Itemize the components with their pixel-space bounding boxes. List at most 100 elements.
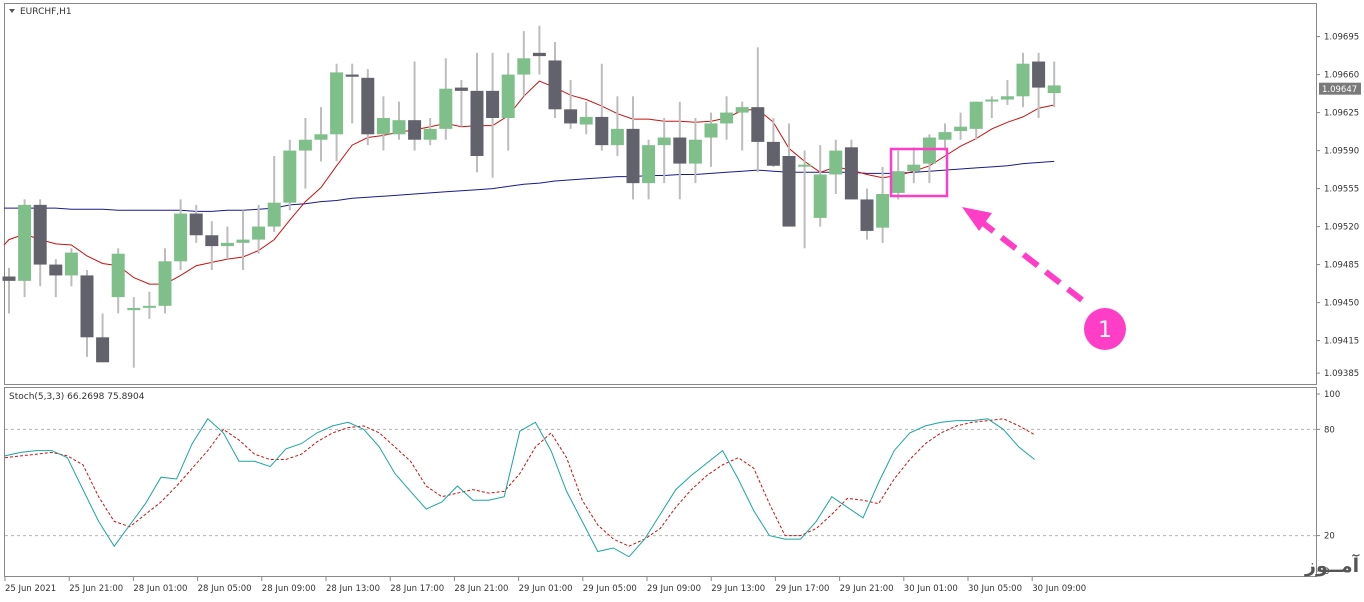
price-axis-label: 1.09695 [1324,33,1359,43]
price-axis-label: 1.09660 [1324,71,1359,81]
candle-bull [127,308,141,311]
candle-bull [111,253,125,298]
time-axis-label: 28 Jun 13:00 [326,584,380,594]
candle-bull [1016,63,1030,97]
time-axis-label: 29 Jun 13:00 [711,584,765,594]
time-axis-label: 30 Jun 09:00 [1032,584,1086,594]
candle-bear [49,264,63,276]
stoch-panel-frame [4,387,1317,577]
candle-bull [813,174,827,218]
candle-bear [189,213,203,236]
candle-bull [314,134,328,140]
time-axis-label: 30 Jun 05:00 [968,584,1022,594]
candle-bull [252,226,266,240]
candle-bull [283,150,297,203]
candle-bull [610,128,624,146]
candle-bull [330,72,344,135]
time-axis-label: 25 Jun 21:00 [69,584,123,594]
candle-bull [704,123,718,138]
candle-bull [720,112,734,124]
chart-window: 1.09695 1.09660 1.09625 1.09590 1.09555 1.095… [0,0,1364,598]
candle-bull [517,58,531,75]
candle-bull [158,261,172,306]
candle-bull [501,74,515,118]
chart-canvas[interactable]: 1.09695 1.09660 1.09625 1.09590 1.09555 1.095… [0,0,1364,598]
candle-bull [938,132,952,140]
candle-bull [142,305,156,308]
time-axis-label: 28 Jun 17:00 [390,584,444,594]
candle-bull [267,202,281,227]
candle-bear [1032,61,1046,88]
candle-bull [688,139,702,164]
candle-bull [174,213,188,262]
candle-bull [907,164,921,172]
candle-bear [96,337,110,363]
candle-bull [985,99,999,102]
candle-bull [64,252,78,276]
symbol-label: EURCHF,H1 [20,7,72,17]
time-axis-label: 29 Jun 01:00 [519,584,573,594]
time-axis-label: 28 Jun 09:00 [262,584,316,594]
time-axis-label: 28 Jun 21:00 [454,584,508,594]
candle-bull [969,101,983,129]
candle-bull [220,242,234,247]
candle-bull [657,137,671,146]
annotation-number: 1 [1098,318,1112,343]
candle-bear [486,90,500,118]
candle-bull [829,150,843,175]
candle-bear [470,90,484,156]
stoch-label: Stoch(5,3,3) 66.2698 75.8904 [9,392,145,402]
candle-bear [361,77,375,135]
time-axis-label: 29 Jun 05:00 [583,584,637,594]
candle-bear [454,87,468,91]
time-axis-label: 29 Jun 17:00 [775,584,829,594]
candle-bull [642,145,656,184]
stoch-axis-label: 80 [1324,425,1335,435]
candle-bear [782,156,796,227]
candle-bear [345,74,359,77]
candle-bull [891,171,905,193]
time-axis-label: 30 Jun 01:00 [904,584,958,594]
candle-bull [392,120,406,135]
price-axis-label: 1.09520 [1324,223,1359,233]
candle-bear [408,120,422,140]
candle-bull [18,204,32,281]
candle-bull [236,239,250,243]
candle-bull [876,194,890,228]
candle-bull [954,126,968,132]
price-axis-label: 1.09415 [1324,337,1359,347]
candle-bull [439,88,453,129]
candle-bear [2,276,16,281]
candle-bear [532,52,546,57]
candle-bear [673,137,687,164]
price-axis-label: 1.09385 [1324,369,1359,379]
candle-bull [922,137,936,164]
candle-bear [626,128,640,184]
candle-bull [579,116,593,125]
candle-bear [33,204,47,265]
price-axis-label: 1.09555 [1324,185,1359,195]
candle-bull [1000,96,1014,100]
candle-bull [423,128,437,140]
candle-bear [844,147,858,200]
price-axis-label: 1.09625 [1324,109,1359,119]
price-axis-label: 1.09485 [1324,261,1359,271]
stoch-axis-label: 20 [1324,532,1335,542]
candle-bull [298,139,312,151]
candle-bear [766,141,780,166]
time-axis-label: 28 Jun 05:00 [198,584,252,594]
candle-bear [751,107,765,142]
candle-bear [548,60,562,110]
candle-bull [1047,85,1061,94]
price-axis-label: 1.09590 [1324,147,1359,157]
candle-bull [376,118,390,135]
candle-bull [798,164,812,167]
time-axis-label: 25 Jun 2021 [5,584,56,594]
candle-bear [205,235,219,247]
candle-bear [80,275,94,338]
candle-bull [735,107,749,113]
candle-bear [860,199,874,231]
price-axis-label: 1.09450 [1324,299,1359,309]
candle-bear [595,116,609,146]
time-axis-label: 29 Jun 09:00 [647,584,701,594]
